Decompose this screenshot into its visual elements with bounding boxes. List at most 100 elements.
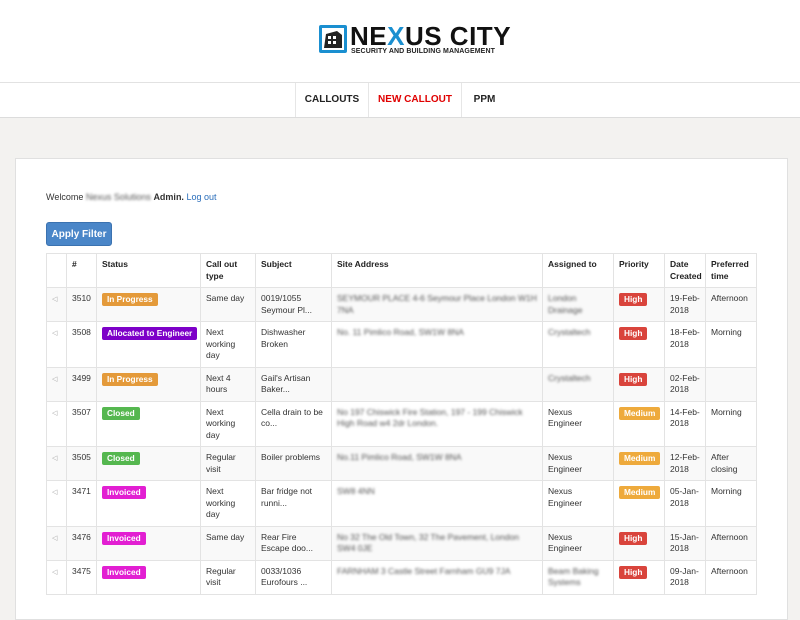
site-address-text: No. 11 Pimlico Road, SW1W 8NA (337, 327, 464, 337)
status-cell: Invoiced (96, 559, 201, 595)
preferred-time (705, 366, 757, 402)
row-arrow-icon[interactable]: ◁ (52, 489, 57, 496)
table-row[interactable]: ◁ 3508 Allocated to Engineer Next working d… (46, 321, 757, 368)
assigned-to: Crystaltech (542, 366, 614, 402)
assigned-to-text: Nexus Engineer (548, 486, 583, 508)
callout-type: Next working day (200, 480, 256, 527)
preferred-time: Morning (705, 400, 757, 447)
callout-subject: Gail's Artisan Baker... (255, 366, 332, 402)
date-created: 15-Jan-2018 (664, 525, 706, 561)
preferred-time: Morning (705, 321, 757, 368)
assigned-to: Nexus Engineer (542, 480, 614, 527)
site-address: No. 11 Pimlico Road, SW1W 8NA (331, 321, 543, 368)
status-cell: Invoiced (96, 525, 201, 561)
row-arrow-icon[interactable]: ◁ (52, 535, 57, 542)
assigned-to: Nexus Engineer (542, 446, 614, 481)
header-date[interactable]: Date Created (664, 253, 706, 288)
callout-subject: Boiler problems (255, 446, 332, 481)
status-badge: Allocated to Engineer (102, 327, 198, 340)
row-select-cell[interactable]: ◁ (46, 525, 67, 561)
logout-link[interactable]: Log out (186, 192, 216, 202)
callout-id: 3499 (66, 366, 97, 402)
table-row[interactable]: ◁ 3510 In Progress Same day 0019/1055 Seymou… (46, 287, 757, 322)
callout-id: 3505 (66, 446, 97, 481)
callout-type: Next working day (200, 321, 256, 368)
site-header: NEXUS CITY SECURITY AND BUILDING MANAGEM… (0, 0, 800, 83)
status-cell: Invoiced (96, 480, 201, 527)
callout-type: Next 4 hours (200, 366, 256, 402)
header-type[interactable]: Call out type (200, 253, 256, 288)
callout-id: 3510 (66, 287, 97, 322)
site-address-text: SW8 4NN (337, 486, 375, 496)
table-row[interactable]: ◁ 3476 Invoiced Same day Rear Fire Escape do… (46, 525, 757, 561)
date-created: 02-Feb-2018 (664, 366, 706, 402)
row-select-cell[interactable]: ◁ (46, 287, 67, 322)
header-priority[interactable]: Priority (613, 253, 665, 288)
status-cell: In Progress (96, 287, 201, 322)
nav-callouts[interactable]: CALLOUTS (296, 83, 368, 117)
table-header-row: # Status Call out type Subject Site Addr… (46, 253, 757, 288)
header-status[interactable]: Status (96, 253, 201, 288)
priority-badge: Medium (619, 486, 661, 499)
assigned-to-text: Crystaltech (548, 372, 591, 383)
content-panel: Welcome Nexus Solutions Admin. Log out A… (15, 158, 788, 620)
table-row[interactable]: ◁ 3507 Closed Next working day Cella drain t… (46, 400, 757, 447)
row-select-cell[interactable]: ◁ (46, 559, 67, 595)
welcome-message: Welcome Nexus Solutions Admin. Log out (46, 192, 216, 202)
priority-badge: High (619, 293, 648, 306)
header-address[interactable]: Site Address (331, 253, 543, 288)
nav-ppm[interactable]: PPM (462, 83, 507, 117)
callout-subject: Rear Fire Escape doo... (255, 525, 332, 561)
welcome-role: Admin. (153, 192, 184, 202)
date-created: 05-Jan-2018 (664, 480, 706, 527)
table-row[interactable]: ◁ 3505 Closed Regular visit Boiler problems N… (46, 446, 757, 481)
header-time[interactable]: Preferred time (705, 253, 757, 288)
callout-id: 3507 (66, 400, 97, 447)
row-select-cell[interactable]: ◁ (46, 366, 67, 402)
status-badge: Invoiced (102, 565, 146, 579)
callouts-table: # Status Call out type Subject Site Addr… (46, 253, 757, 595)
row-arrow-icon[interactable]: ◁ (52, 410, 57, 417)
assigned-to: Crystaltech (542, 321, 614, 368)
callout-type: Regular visit (200, 559, 256, 595)
header-id[interactable]: # (66, 253, 97, 288)
assigned-to: Nexus Engineer (542, 400, 614, 447)
status-cell: Closed (96, 446, 201, 481)
priority-cell: Medium (613, 446, 665, 481)
row-arrow-icon[interactable]: ◁ (52, 296, 57, 303)
priority-cell: Medium (613, 400, 665, 447)
apply-filter-button[interactable]: Apply Filter (46, 222, 112, 246)
row-select-cell[interactable]: ◁ (46, 321, 67, 368)
site-address: SW8 4NN (331, 480, 543, 527)
nav-new-callout[interactable]: NEW CALLOUT (369, 83, 461, 117)
row-arrow-icon[interactable]: ◁ (52, 569, 57, 576)
date-created: 18-Feb-2018 (664, 321, 706, 368)
assigned-to: Beam Baking Systems (542, 559, 614, 595)
welcome-company: Nexus Solutions (85, 192, 151, 202)
row-arrow-icon[interactable]: ◁ (52, 330, 57, 337)
callout-type: Same day (200, 525, 256, 561)
header-assigned[interactable]: Assigned to (542, 253, 614, 288)
site-address: SEYMOUR PLACE 4-6 Seymour Place London W… (331, 287, 543, 322)
row-arrow-icon[interactable]: ◁ (52, 455, 57, 462)
table-row[interactable]: ◁ 3499 In Progress Next 4 hours Gail's Artis… (46, 366, 757, 402)
row-select-cell[interactable]: ◁ (46, 446, 67, 481)
status-badge: Invoiced (102, 531, 146, 545)
assigned-to-text: Beam Baking Systems (548, 565, 599, 588)
row-arrow-icon[interactable]: ◁ (52, 376, 57, 383)
preferred-time: Morning (705, 480, 757, 527)
table-row[interactable]: ◁ 3471 Invoiced Next working day Bar fridge … (46, 480, 757, 527)
table-row[interactable]: ◁ 3475 Invoiced Regular visit 0033/1036 Euro… (46, 559, 757, 595)
priority-badge: High (619, 531, 648, 545)
row-select-cell[interactable]: ◁ (46, 480, 67, 527)
priority-cell: High (613, 366, 665, 402)
preferred-time: Afternoon (705, 525, 757, 561)
assigned-to-text: Nexus Engineer (548, 406, 583, 429)
callout-id: 3475 (66, 559, 97, 595)
priority-badge: Medium (619, 406, 661, 420)
status-badge: Closed (102, 452, 140, 465)
row-select-cell[interactable]: ◁ (46, 400, 67, 447)
header-subject[interactable]: Subject (255, 253, 332, 288)
priority-badge: Medium (619, 452, 661, 465)
header-select (46, 253, 67, 288)
